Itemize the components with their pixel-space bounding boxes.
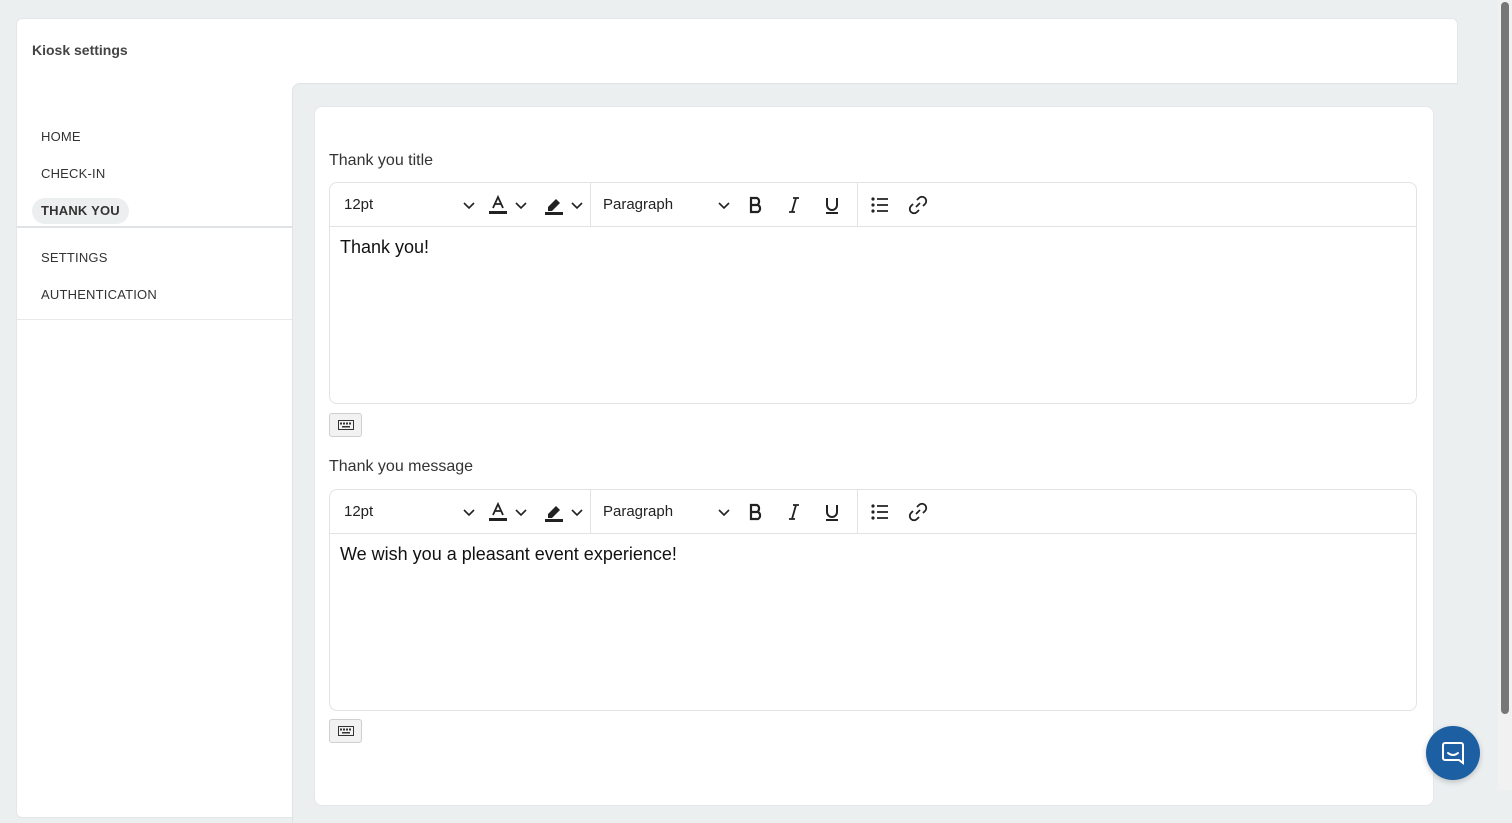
toolbar-divider xyxy=(857,183,858,227)
editor-content[interactable]: Thank you! xyxy=(340,237,429,258)
chevron-down-icon xyxy=(515,201,527,209)
scrollbar-thumb[interactable] xyxy=(1501,2,1509,714)
text-color-icon xyxy=(483,495,513,529)
thank-you-message-label: Thank you message xyxy=(329,458,474,475)
thank-you-message-editor: 12pt Paragraph We wish you a pleasant ev… xyxy=(329,489,1417,711)
bold-button[interactable] xyxy=(738,188,774,222)
underline-button[interactable] xyxy=(814,495,850,529)
keyboard-icon xyxy=(337,726,354,736)
sidebar-item-home[interactable]: HOME xyxy=(32,124,90,150)
highlight-icon xyxy=(539,188,569,222)
text-color-icon xyxy=(483,188,513,222)
sidebar-nav-group-secondary: SETTINGS AUTHENTICATION xyxy=(17,228,292,320)
font-size-select[interactable]: 12pt xyxy=(336,188,482,222)
chevron-down-icon xyxy=(718,201,730,209)
keyboard-button[interactable] xyxy=(329,413,362,437)
keyboard-button[interactable] xyxy=(329,719,362,743)
text-color-button[interactable] xyxy=(482,495,528,529)
link-icon xyxy=(908,195,928,214)
bullet-list-button[interactable] xyxy=(862,188,898,222)
bold-icon xyxy=(749,196,762,213)
italic-icon xyxy=(789,503,799,520)
chevron-down-icon xyxy=(463,201,475,209)
block-format-value: Paragraph xyxy=(603,196,674,213)
sidebar-nav-group-primary: HOME CHECK-IN THANK YOU xyxy=(17,103,292,228)
highlight-color-button[interactable] xyxy=(538,495,584,529)
sidebar-item-check-in[interactable]: CHECK-IN xyxy=(32,161,114,187)
chevron-down-icon xyxy=(571,201,583,209)
bullet-list-icon xyxy=(871,503,888,520)
chevron-down-icon xyxy=(571,508,583,516)
font-size-select[interactable]: 12pt xyxy=(336,495,482,529)
chat-launcher-button[interactable] xyxy=(1426,726,1480,780)
thank-you-title-editor: 12pt Paragraph Thank you! xyxy=(329,182,1417,404)
bullet-list-button[interactable] xyxy=(862,495,898,529)
block-format-select[interactable]: Paragraph xyxy=(595,188,737,222)
bullet-list-icon xyxy=(871,196,888,213)
sidebar: HOME CHECK-IN THANK YOU SETTINGS AUTHENT… xyxy=(17,83,292,803)
link-icon xyxy=(908,502,928,521)
sidebar-item-thank-you[interactable]: THANK YOU xyxy=(32,198,129,224)
font-size-value: 12pt xyxy=(344,503,374,520)
thank-you-title-label: Thank you title xyxy=(329,152,434,169)
editor-content[interactable]: We wish you a pleasant event experience! xyxy=(340,544,677,565)
toolbar-divider xyxy=(857,490,858,534)
sidebar-item-authentication[interactable]: AUTHENTICATION xyxy=(32,282,166,308)
link-button[interactable] xyxy=(900,495,936,529)
bold-icon xyxy=(749,503,762,520)
chat-icon xyxy=(1442,742,1464,765)
chevron-down-icon xyxy=(718,508,730,516)
sidebar-item-settings[interactable]: SETTINGS xyxy=(32,245,117,271)
highlight-icon xyxy=(539,495,569,529)
link-button[interactable] xyxy=(900,188,936,222)
underline-button[interactable] xyxy=(814,188,850,222)
page-title: Kiosk settings xyxy=(32,42,128,58)
italic-button[interactable] xyxy=(776,188,812,222)
block-format-value: Paragraph xyxy=(603,503,674,520)
italic-icon xyxy=(789,196,799,213)
underline-icon xyxy=(826,197,838,214)
underline-icon xyxy=(826,504,838,521)
chevron-down-icon xyxy=(463,508,475,516)
editor-toolbar: 12pt Paragraph xyxy=(330,490,1416,534)
thank-you-settings-card: Thank you title 12pt Paragraph Thank you… xyxy=(314,106,1434,806)
page-scrollbar[interactable] xyxy=(1498,0,1512,790)
toolbar-divider xyxy=(590,490,591,534)
italic-button[interactable] xyxy=(776,495,812,529)
font-size-value: 12pt xyxy=(344,196,374,213)
highlight-color-button[interactable] xyxy=(538,188,584,222)
block-format-select[interactable]: Paragraph xyxy=(595,495,737,529)
chevron-down-icon xyxy=(515,508,527,516)
text-color-button[interactable] xyxy=(482,188,528,222)
bold-button[interactable] xyxy=(738,495,774,529)
editor-toolbar: 12pt Paragraph xyxy=(330,183,1416,227)
keyboard-icon xyxy=(337,420,354,430)
toolbar-divider xyxy=(590,183,591,227)
